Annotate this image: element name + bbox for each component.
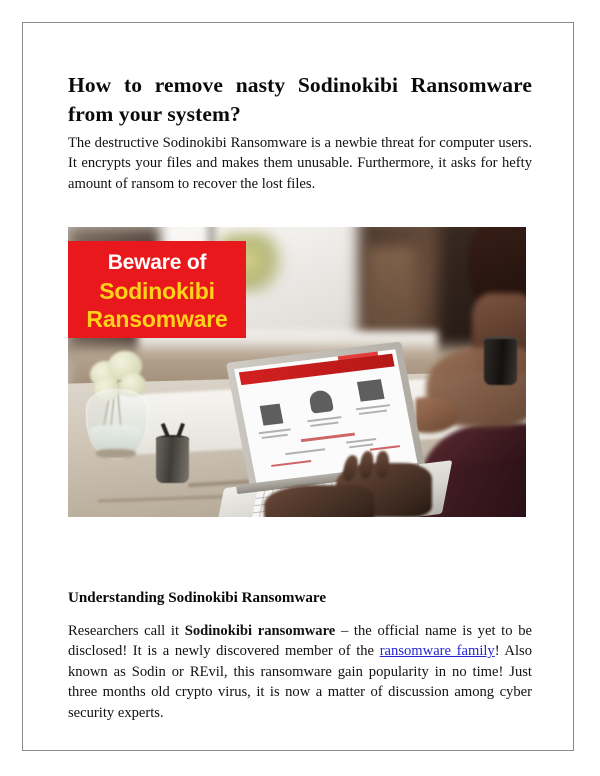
photo-typing-hand: [264, 485, 374, 517]
photo-coffee-mug: [484, 339, 517, 385]
banner-line-2: Sodinokibi: [99, 278, 215, 304]
intro-paragraph: The destructive Sodinokibi Ransomware is…: [68, 135, 532, 192]
section-paragraph: Researchers call it Sodinokibi ransomwar…: [68, 621, 532, 723]
document-page: How to remove nasty Sodinokibi Ransomwar…: [22, 22, 574, 751]
ransomware-family-link[interactable]: ransomware family: [380, 643, 495, 659]
page-content-area: How to remove nasty Sodinokibi Ransomwar…: [68, 23, 532, 750]
photo-vase-base: [96, 449, 136, 458]
photo-pen-cup: [156, 437, 189, 483]
page-title: How to remove nasty Sodinokibi Ransomwar…: [68, 73, 532, 126]
section-heading: Understanding Sodinokibi Ransomware: [68, 590, 327, 606]
banner-line-3: Ransomware: [86, 306, 228, 332]
beware-banner: Beware of Sodinokibi Ransomware: [68, 241, 246, 338]
banner-line-1: Beware of: [107, 251, 207, 274]
article-photo: Beware of Sodinokibi Ransomware: [68, 227, 526, 517]
paragraph-bold-term: Sodinokibi ransomware: [184, 623, 336, 639]
paragraph-text-1: Researchers call it: [68, 623, 185, 639]
